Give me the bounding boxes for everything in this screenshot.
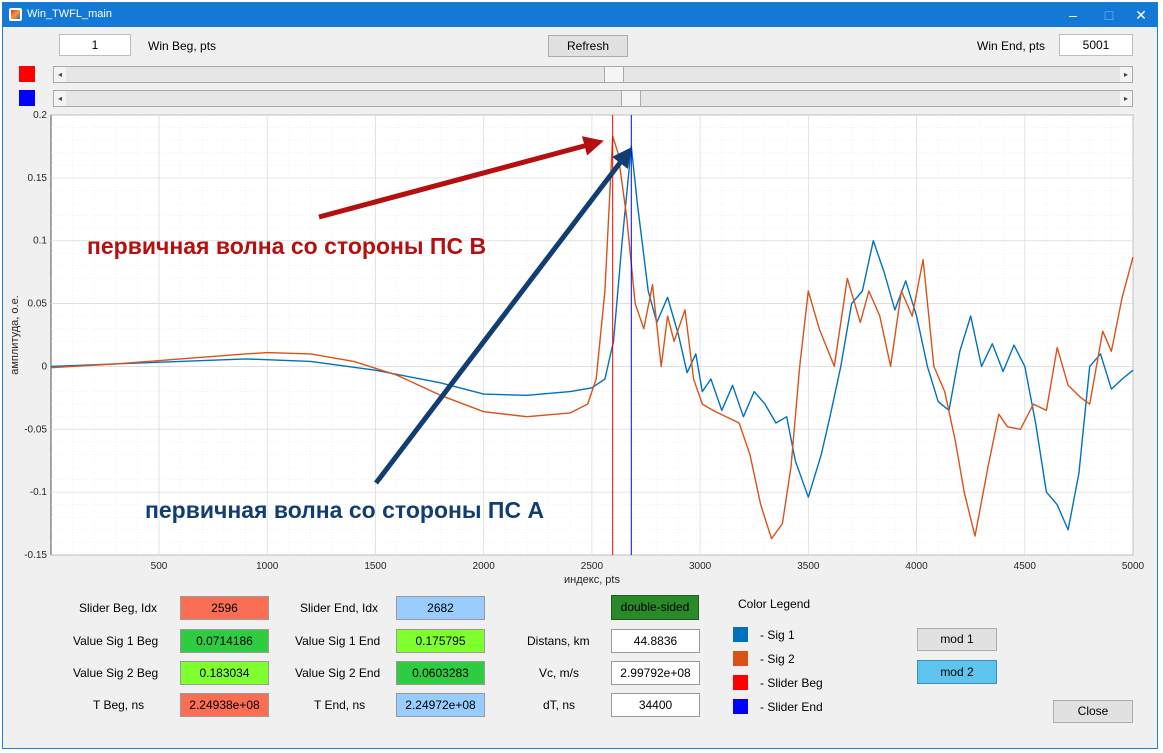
win-beg-label: Win Beg, pts [148, 39, 217, 53]
blue-slider-thumb[interactable] [621, 91, 642, 106]
vc-value[interactable]: 2.99792e+08 [611, 661, 700, 685]
slider-right-arrow-icon[interactable]: ▸ [1120, 67, 1132, 82]
slider-beg-value: 2596 [180, 596, 269, 620]
value-sig2-end: 0.0603283 [396, 661, 485, 685]
win-end-input[interactable]: 5001 [1059, 34, 1133, 56]
y-tick-label: -0.05 [24, 424, 47, 435]
legend-swatch [733, 699, 748, 714]
blue-slider[interactable]: ◂ ▸ [53, 90, 1133, 107]
win-beg-input[interactable]: 1 [59, 34, 131, 56]
distans-label: Distans, km [527, 634, 590, 648]
x-axis-label: индекс, pts [564, 574, 620, 586]
y-tick-label: 0.2 [33, 111, 47, 121]
dt-value[interactable]: 34400 [611, 693, 700, 717]
value-sig1-end-label: Value Sig 1 End [295, 634, 381, 648]
y-tick-label: 0 [41, 361, 47, 372]
legend-label: - Sig 2 [760, 652, 795, 666]
y-tick-label: -0.1 [30, 487, 48, 498]
t-end-label: T End, ns [314, 698, 366, 712]
matlab-icon [9, 8, 22, 21]
red-slider[interactable]: ◂ ▸ [53, 66, 1133, 83]
x-tick-label: 4500 [1014, 561, 1037, 572]
x-tick-label: 5000 [1122, 561, 1145, 572]
vc-label: Vc, m/s [539, 666, 580, 680]
x-tick-label: 1000 [256, 561, 279, 572]
t-beg-label: T Beg, ns [93, 698, 145, 712]
color-legend-title: Color Legend [738, 597, 811, 611]
value-sig1-beg: 0.0714186 [180, 629, 269, 653]
red-slider-thumb[interactable] [603, 67, 624, 82]
distans-value[interactable]: 44.8836 [611, 629, 700, 653]
close-window-button[interactable]: ✕ [1123, 3, 1159, 27]
y-tick-label: 0.05 [28, 299, 48, 310]
x-tick-label: 2500 [581, 561, 604, 572]
value-sig2-beg-label: Value Sig 2 Beg [73, 666, 159, 680]
y-tick-label: 0.15 [28, 173, 48, 184]
x-tick-label: 2000 [473, 561, 496, 572]
legend-swatch [733, 627, 748, 642]
x-tick-label: 3500 [797, 561, 820, 572]
y-tick-label: -0.15 [24, 550, 47, 561]
x-tick-label: 500 [151, 561, 168, 572]
title-bar: Win_TWFL_main – □ ✕ [3, 3, 1157, 27]
minimize-button[interactable]: – [1055, 3, 1091, 27]
slider-beg-label: Slider Beg, Idx [79, 601, 158, 615]
t-beg-value: 2.24938e+08 [180, 693, 269, 717]
x-tick-label: 1500 [364, 561, 387, 572]
value-sig1-beg-label: Value Sig 1 Beg [73, 634, 159, 648]
legend-label: - Sig 1 [760, 628, 795, 642]
annotation-red: первичная волна со стороны ПС В [87, 233, 487, 259]
t-end-value: 2.24972e+08 [396, 693, 485, 717]
value-sig2-beg: 0.183034 [180, 661, 269, 685]
win-end-label: Win End, pts [977, 39, 1046, 53]
mod1-button[interactable]: mod 1 [917, 628, 997, 651]
legend-swatch [733, 675, 748, 690]
annotation-blue: первичная волна со стороны ПС А [145, 497, 545, 523]
legend-label: - Slider End [760, 700, 823, 714]
blue-slider-swatch [19, 90, 35, 106]
y-tick-label: 0.1 [33, 236, 47, 247]
slider-right-arrow-icon[interactable]: ▸ [1120, 91, 1132, 106]
value-sig2-end-label: Value Sig 2 End [295, 666, 381, 680]
window-title: Win_TWFL_main [27, 8, 112, 20]
x-tick-label: 4000 [905, 561, 928, 572]
slider-end-label: Slider End, Idx [300, 601, 379, 615]
value-sig1-end: 0.175795 [396, 629, 485, 653]
slider-left-arrow-icon[interactable]: ◂ [54, 67, 66, 82]
legend-swatch [733, 651, 748, 666]
refresh-button[interactable]: Refresh [548, 35, 628, 57]
legend-label: - Slider Beg [760, 676, 823, 690]
mod2-button[interactable]: mod 2 [917, 660, 997, 684]
close-button[interactable]: Close [1053, 700, 1133, 723]
slider-end-value: 2682 [396, 596, 485, 620]
red-slider-swatch [19, 66, 35, 82]
maximize-button[interactable]: □ [1091, 3, 1127, 27]
x-tick-label: 3000 [689, 561, 712, 572]
double-sided-button[interactable]: double-sided [611, 595, 699, 620]
slider-left-arrow-icon[interactable]: ◂ [54, 91, 66, 106]
main-window: Win_TWFL_main – □ ✕ 1 Win Beg, pts Refre… [2, 2, 1158, 749]
dt-label: dT, ns [543, 698, 576, 712]
y-axis-label: амплитуда, о.е. [9, 295, 21, 375]
